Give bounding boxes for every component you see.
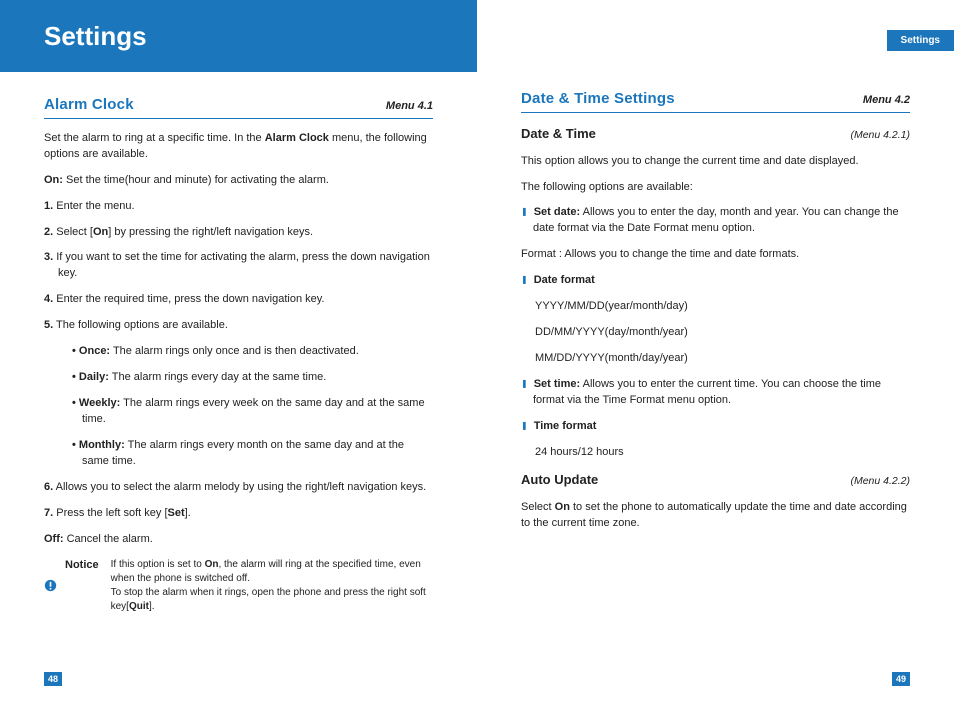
right-content: Date & Time Settings Menu 4.2 Date & Tim… — [477, 0, 954, 532]
text: The following options are available. — [56, 319, 228, 331]
step-3: 3. If you want to set the time for activ… — [44, 250, 433, 282]
left-content: Alarm Clock Menu 4.1 Set the alarm to ri… — [0, 72, 477, 614]
page-right: Settings Date & Time Settings Menu 4.2 D… — [477, 0, 954, 716]
section-title: Date & Time Settings — [521, 88, 675, 110]
label: Once: — [79, 345, 110, 357]
notice-icon — [44, 558, 57, 614]
opt-once: Once: The alarm rings only once and is t… — [72, 344, 433, 360]
sub-title: Auto Update — [521, 471, 598, 490]
subheading-datetime: Date & Time (Menu 4.2.1) — [521, 125, 910, 144]
notice-block: Notice If this option is set to On, the … — [44, 558, 433, 614]
date-format-3: MM/DD/YYYY(month/day/year) — [535, 351, 910, 367]
text: ]. — [185, 507, 191, 519]
opt-date-format: Date format — [521, 273, 910, 289]
opt-set-time: Set time: Allows you to enter the curren… — [521, 377, 910, 409]
text: Allows you to enter the current time. Yo… — [533, 378, 881, 406]
section-title: Alarm Clock — [44, 94, 134, 116]
text-bold: Alarm Clock — [265, 132, 329, 144]
text: The alarm rings only once and is then de… — [110, 345, 359, 357]
auto-update-text: Select On to set the phone to automatica… — [521, 500, 910, 532]
time-format-1: 24 hours/12 hours — [535, 445, 910, 461]
section-heading-datetime: Date & Time Settings Menu 4.2 — [521, 88, 910, 113]
frequency-list: Once: The alarm rings only once and is t… — [72, 344, 433, 470]
header-tab: Settings — [887, 30, 954, 51]
opt-set-date: Set date: Allows you to enter the day, m… — [521, 205, 910, 237]
text: Press the left soft key [ — [56, 507, 167, 519]
text: Allows you to enter the day, month and y… — [533, 206, 899, 234]
label: Monthly: — [79, 439, 125, 451]
text: The alarm rings every week on the same d… — [82, 397, 425, 425]
text: Allows you to select the alarm melody by… — [56, 481, 427, 493]
p-intro1: This option allows you to change the cur… — [521, 154, 910, 170]
page-title: Settings — [44, 21, 147, 52]
format-line: Format : Allows you to change the time a… — [521, 247, 910, 263]
sub-menu-ref: (Menu 4.2.2) — [850, 474, 910, 489]
notice-text: If this option is set to On, the alarm w… — [111, 558, 433, 614]
text-bold: On — [205, 559, 219, 570]
date-format-1: YYYY/MM/DD(year/month/day) — [535, 299, 910, 315]
notice-label: Notice — [65, 558, 99, 614]
section-menu-ref: Menu 4.1 — [386, 99, 433, 115]
sub-menu-ref: (Menu 4.2.1) — [850, 128, 910, 143]
section-heading-alarm: Alarm Clock Menu 4.1 — [44, 94, 433, 119]
step-5: 5. The following options are available. … — [44, 318, 433, 470]
off-line: Off: Cancel the alarm. — [44, 532, 433, 548]
text: The alarm rings every month on the same … — [82, 439, 404, 467]
text: The alarm rings every day at the same ti… — [109, 371, 326, 383]
p-intro2: The following options are available: — [521, 180, 910, 196]
steps-list: 1. Enter the menu. 2. Select [On] by pre… — [44, 199, 433, 522]
text: Select — [521, 501, 555, 513]
text: Set the time(hour and minute) for activa… — [63, 174, 329, 186]
page-number-right: 49 — [892, 672, 910, 686]
section-menu-ref: Menu 4.2 — [863, 93, 910, 109]
text: If this option is set to — [111, 559, 205, 570]
text: Select [ — [56, 226, 93, 238]
text: to set the phone to automatically update… — [521, 501, 907, 529]
date-format-list: Date format — [521, 273, 910, 289]
intro-paragraph: Set the alarm to ring at a specific time… — [44, 131, 433, 163]
subheading-auto-update: Auto Update (Menu 4.2.2) — [521, 471, 910, 490]
label-on: On: — [44, 174, 63, 186]
label: Date format — [534, 274, 595, 286]
opt-monthly: Monthly: The alarm rings every month on … — [72, 438, 433, 470]
text: If you want to set the time for activati… — [56, 251, 430, 279]
opt-time-format: Time format — [521, 419, 910, 435]
step-2: 2. Select [On] by pressing the right/lef… — [44, 225, 433, 241]
text: To stop the alarm when it rings, open th… — [111, 587, 426, 612]
text-bold: On — [93, 226, 108, 238]
text: Cancel the alarm. — [64, 533, 153, 545]
step-1: 1. Enter the menu. — [44, 199, 433, 215]
page-title-banner: Settings — [0, 0, 477, 72]
label: Set date: — [534, 206, 580, 218]
options-list: Set date: Allows you to enter the day, m… — [521, 205, 910, 237]
set-time-list: Set time: Allows you to enter the curren… — [521, 377, 910, 435]
label: Weekly: — [79, 397, 120, 409]
text: Enter the menu. — [56, 200, 134, 212]
label: Time format — [534, 420, 597, 432]
text: ]. — [149, 601, 155, 612]
text: ] by pressing the right/left navigation … — [108, 226, 313, 238]
label: Set time: — [534, 378, 580, 390]
page-number-left: 48 — [44, 672, 62, 686]
sub-title: Date & Time — [521, 125, 596, 144]
opt-weekly: Weekly: The alarm rings every week on th… — [72, 396, 433, 428]
on-line: On: Set the time(hour and minute) for ac… — [44, 173, 433, 189]
step-6: 6. Allows you to select the alarm melody… — [44, 480, 433, 496]
text: Enter the required time, press the down … — [56, 293, 324, 305]
step-4: 4. Enter the required time, press the do… — [44, 292, 433, 308]
opt-daily: Daily: The alarm rings every day at the … — [72, 370, 433, 386]
text-bold: Set — [168, 507, 185, 519]
date-format-2: DD/MM/YYYY(day/month/year) — [535, 325, 910, 341]
text-bold: Quit — [129, 601, 149, 612]
label-off: Off: — [44, 533, 64, 545]
text: Set the alarm to ring at a specific time… — [44, 132, 265, 144]
label: Daily: — [79, 371, 109, 383]
text-bold: On — [555, 501, 570, 513]
step-7: 7. Press the left soft key [Set]. — [44, 506, 433, 522]
page-left: Settings Alarm Clock Menu 4.1 Set the al… — [0, 0, 477, 716]
